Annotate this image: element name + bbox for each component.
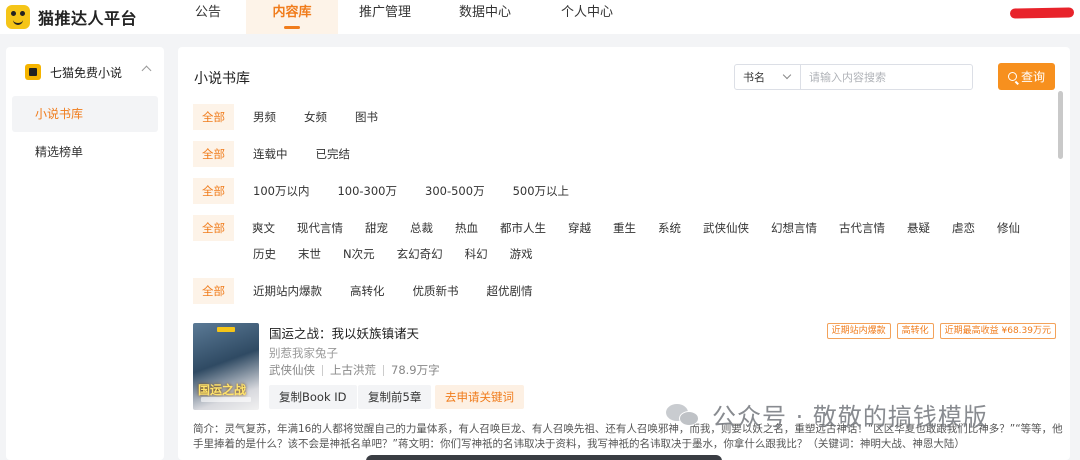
filter-chip-genre[interactable]: 幻想言情 [762,215,826,241]
filter-chip-over-5m[interactable]: 500万以上 [504,178,578,204]
apply-keyword-button[interactable]: 去申请关键词 [435,385,524,409]
tag-max-earnings: 近期最高收益 ¥68.39万元 [939,323,1056,339]
search-button[interactable]: 查询 [998,63,1055,90]
filter-chip-genre[interactable]: 虐恋 [943,215,984,241]
book-cover[interactable]: 国运之战 [193,323,259,410]
sidebar: 七猫免费小说 小说书库 精选榜单 [6,47,164,460]
copy-first-chapters-button[interactable]: 复制前5章 [358,385,432,409]
search-input[interactable] [809,66,969,88]
watermark: 公众号 · 敬敬的搞钱模版 [666,397,988,432]
cover-title-text: 国运之战 [198,383,247,397]
cover-publisher-badge [217,327,235,332]
filter-chip-genre[interactable]: 热血 [446,215,487,241]
sidebar-item-novel-library[interactable]: 小说书库 [12,96,158,132]
cover-subtitle-strip [201,397,251,402]
watermark-text: 公众号 · 敬敬的搞钱模版 [712,403,988,431]
filter-chip-genre[interactable]: 历史 [244,241,285,267]
bottom-overlay-bar [366,455,722,460]
copy-book-id-button[interactable]: 复制Book ID [269,385,357,409]
brand[interactable]: 猫推达人平台 [6,5,186,29]
qimao-app-icon [25,64,41,80]
filter-chip-genre[interactable]: 玄幻奇幻 [388,241,452,267]
book-title[interactable]: 国运之战：我以妖族镇诸天 [269,323,419,342]
main-nav: 公告 内容库 推广管理 数据中心 个人中心 [186,0,622,34]
nav-item-announcement[interactable]: 公告 [186,0,230,34]
book-tags: 近期站内爆款 高转化 近期最高收益 ¥68.39万元 [821,323,1056,339]
search-button-label: 查询 [1020,70,1045,84]
sidebar-group-label: 七猫免费小说 [50,65,123,80]
search-type-label: 书名 [743,71,765,84]
filter-row-recommend: 全部 近期站内爆款 高转化 优质新书 超优剧情 [193,278,552,304]
filter-chip-genre[interactable]: 系统 [649,215,690,241]
filter-chip-genre[interactable]: 悬疑 [898,215,939,241]
filter-chip-genre[interactable]: 现代言情 [288,215,352,241]
nav-item-profile[interactable]: 个人中心 [552,0,622,34]
filter-chip-under-1m[interactable]: 100万以内 [244,178,318,204]
nav-item-data-center[interactable]: 数据中心 [450,0,520,34]
filter-chip-all[interactable]: 全部 [193,215,234,241]
book-author: 别惹我家兔子 [269,346,338,360]
filter-chip-3m-5m[interactable]: 300-500万 [416,178,494,204]
filter-chip-all[interactable]: 全部 [193,104,234,130]
filter-chip-books[interactable]: 图书 [346,104,387,130]
filter-chip-great-plot[interactable]: 超优剧情 [478,278,542,304]
top-bar: 猫推达人平台 公告 内容库 推广管理 数据中心 个人中心 [0,0,1080,34]
filter-chip-genre[interactable]: N次元 [334,241,384,267]
tag-high-conversion: 高转化 [896,323,934,339]
filter-chip-male[interactable]: 男频 [244,104,285,130]
filter-chip-genre[interactable]: 古代言情 [830,215,894,241]
meta-divider [322,364,323,376]
nav-item-content-library[interactable]: 内容库 [246,0,338,34]
filter-row-status: 全部 连载中 已完结 [193,141,369,167]
filter-row-genre-wrap: 历史 末世 N次元 玄幻奇幻 科幻 游戏 [244,241,546,267]
filter-chip-completed[interactable]: 已完结 [307,141,360,167]
search-type-select[interactable]: 书名 [735,65,801,89]
chevron-down-icon [782,70,792,80]
filter-chip-genre[interactable]: 穿越 [559,215,600,241]
wechat-icon [666,402,702,428]
book-word-count: 78.9万字 [391,363,440,377]
filter-chip-genre[interactable]: 重生 [604,215,645,241]
nav-item-promotion[interactable]: 推广管理 [350,0,420,34]
filter-row-channel: 全部 男频 女频 图书 [193,104,397,130]
filter-chip-genre[interactable]: 末世 [289,241,330,267]
filter-chip-genre[interactable]: 科幻 [456,241,497,267]
filter-chip-genre[interactable]: 爽文 [243,215,284,241]
filter-chip-genre[interactable]: 总裁 [401,215,442,241]
page-title: 小说书库 [194,71,250,87]
book-meta: 武侠仙侠 上古洪荒 78.9万字 [269,362,440,378]
filter-chip-all[interactable]: 全部 [193,178,234,204]
sidebar-group-qimao[interactable]: 七猫免费小说 [6,51,164,93]
filter-chip-high-conversion[interactable]: 高转化 [341,278,394,304]
filter-chip-genre[interactable]: 都市人生 [491,215,555,241]
search-icon [1007,72,1017,81]
filter-chip-genre[interactable]: 修仙 [988,215,1029,241]
filter-chip-1m-3m[interactable]: 100-300万 [328,178,406,204]
filter-chip-genre[interactable]: 游戏 [501,241,542,267]
filter-chip-quality-new[interactable]: 优质新书 [404,278,468,304]
meta-divider [383,364,384,376]
search-box: 书名 [734,64,973,90]
filter-chip-genre[interactable]: 甜宠 [356,215,397,241]
filter-row-word-count: 全部 100万以内 100-300万 300-500万 500万以上 [193,178,588,204]
cat-logo-icon [6,5,30,29]
filter-chip-hot-recent[interactable]: 近期站内爆款 [244,278,331,304]
chevron-up-icon [141,65,152,76]
filter-chip-ongoing[interactable]: 连载中 [244,141,297,167]
book-subcategory: 上古洪荒 [330,363,376,377]
filter-chip-all[interactable]: 全部 [193,278,234,304]
brand-name: 猫推达人平台 [38,9,138,28]
vertical-scrollbar[interactable] [1058,91,1063,159]
filter-chip-all[interactable]: 全部 [193,141,234,167]
book-category: 武侠仙侠 [269,363,315,377]
tag-hot-recent: 近期站内爆款 [826,323,891,339]
filter-chip-female[interactable]: 女频 [295,104,336,130]
filter-chip-genre[interactable]: 武侠仙侠 [694,215,758,241]
filter-row-genre: 全部 爽文 现代言情 甜宠 总裁 热血 都市人生 穿越 重生 系统 武侠仙侠 幻… [193,215,1053,241]
sidebar-item-featured-rankings[interactable]: 精选榜单 [12,134,158,170]
user-account-redacted[interactable] [1009,7,1075,19]
